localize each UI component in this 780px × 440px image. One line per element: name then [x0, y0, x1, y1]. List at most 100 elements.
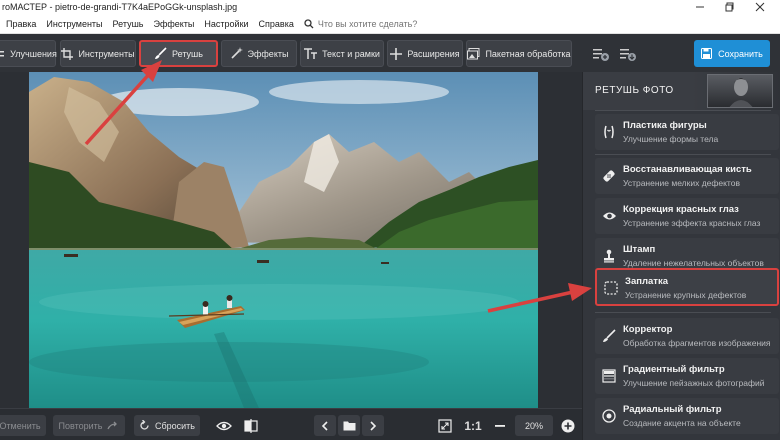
tool-description: Улучшение пейзажных фотографий [623, 378, 765, 388]
tab-retouch-label: Ретушь [172, 48, 203, 59]
menu-bar: Правка Инструменты Ретушь Эффекты Настро… [0, 14, 780, 34]
menu-settings[interactable]: Настройки [200, 19, 252, 29]
tab-text-frames-label: Текст и рамки [322, 48, 380, 59]
panel-divider [595, 154, 771, 155]
reset-label: Сбросить [154, 420, 195, 431]
tool-description: Обработка фрагментов изображения [623, 338, 771, 348]
tool-name: Восстанавливающая кисть [623, 164, 752, 175]
tab-tools[interactable]: Инструменты [60, 40, 136, 67]
panel-title: РЕТУШЬ ФОТО [595, 85, 674, 96]
batch-processing-button[interactable]: Пакетная обработка [466, 40, 572, 67]
tab-tools-label: Инструменты [78, 48, 135, 59]
eye-icon[interactable] [213, 415, 235, 436]
redo-label: Повторить [58, 420, 103, 431]
tool-name: Заплатка [625, 276, 668, 287]
title-bar: roМАСТЕР - pietro-de-grandi-T7K4aEPoGGk-… [0, 0, 780, 14]
stamp-icon [601, 248, 617, 264]
tool-description: Создание акцента на объекте [623, 418, 741, 428]
brush-icon [155, 47, 167, 59]
body-shape-icon [601, 124, 617, 140]
tool-red-eye[interactable]: Коррекция красных глаз Устранение эффект… [595, 198, 779, 234]
history-add-icon[interactable] [589, 40, 613, 67]
reset-icon [140, 420, 149, 430]
panel-header: РЕТУШЬ ФОТО [583, 72, 780, 110]
tab-retouch[interactable]: Ретушь [139, 40, 218, 67]
tool-radial-filter[interactable]: Радиальный фильтр Создание акцента на об… [595, 398, 779, 434]
canvas-area [0, 72, 582, 408]
zoom-value[interactable]: 20% [515, 415, 553, 436]
batch-processing-label: Пакетная обработка [485, 48, 571, 59]
menu-edit[interactable]: Правка [2, 19, 40, 29]
zoom-out-icon[interactable] [492, 415, 508, 436]
redo-icon [107, 421, 118, 429]
tool-name: Корректор [623, 324, 673, 335]
tool-corrector[interactable]: Корректор Обработка фрагментов изображен… [595, 318, 779, 354]
folder-icon[interactable] [338, 415, 360, 436]
tool-name: Пластика фигуры [623, 120, 707, 131]
menu-help[interactable]: Справка [255, 19, 298, 29]
menu-retouch[interactable]: Ретушь [109, 19, 148, 29]
brush-icon [601, 328, 617, 344]
close-icon[interactable] [740, 0, 780, 14]
tool-description: Улучшение формы тела [623, 134, 719, 144]
radial-icon [601, 408, 617, 424]
tool-name: Градиентный фильтр [623, 364, 725, 375]
tab-improvements-label: Улучшения [10, 48, 57, 59]
search-icon [304, 18, 314, 28]
eye-icon [601, 208, 617, 224]
photo-preview[interactable] [29, 72, 538, 408]
batch-icon [467, 47, 480, 59]
history-download-icon[interactable] [616, 40, 640, 67]
panel-divider [595, 312, 771, 313]
search-input[interactable] [317, 18, 458, 29]
improvements-icon [0, 50, 5, 56]
patch-icon [603, 280, 619, 296]
panel-divider [595, 110, 771, 111]
app-window: roМАСТЕР - pietro-de-grandi-T7K4aEPoGGk-… [0, 0, 780, 440]
reset-button[interactable]: Сбросить [134, 415, 200, 436]
save-button-label: Сохранить [718, 48, 763, 59]
tool-name: Штамп [623, 244, 656, 255]
panel-preview-thumbnail [707, 74, 773, 108]
tab-extensions[interactable]: Расширения [387, 40, 463, 67]
tool-description: Устранение мелких дефектов [623, 178, 740, 188]
floppy-icon [701, 48, 713, 59]
tool-healing-brush[interactable]: Восстанавливающая кисть Устранение мелки… [595, 158, 779, 194]
window-title: roМАСТЕР - pietro-de-grandi-T7K4aEPoGGk-… [2, 2, 238, 12]
tab-effects[interactable]: Эффекты [221, 40, 297, 67]
compare-icon[interactable] [240, 415, 262, 436]
zoom-in-icon[interactable] [558, 415, 578, 436]
healing-brush-icon [601, 168, 617, 184]
save-button[interactable]: Сохранить [694, 40, 770, 67]
crop-icon [61, 47, 74, 60]
tab-text-frames[interactable]: Текст и рамки [300, 40, 384, 67]
bottom-bar: Отменить Повторить Сбросить 1:1 20% [0, 408, 582, 440]
next-image-icon[interactable] [362, 415, 384, 436]
redo-button[interactable]: Повторить [53, 415, 125, 436]
menu-tools[interactable]: Инструменты [42, 19, 106, 29]
menu-search [304, 18, 458, 29]
menu-effects[interactable]: Эффекты [149, 19, 198, 29]
undo-button[interactable]: Отменить [0, 415, 46, 436]
magic-wand-icon [230, 47, 243, 59]
tool-description: Устранение эффекта красных глаз [623, 218, 761, 228]
tool-gradient-filter[interactable]: Градиентный фильтр Улучшение пейзажных ф… [595, 358, 779, 394]
text-icon [304, 47, 318, 59]
prev-image-icon[interactable] [314, 415, 336, 436]
actual-size-button[interactable]: 1:1 [460, 415, 486, 436]
tab-improvements[interactable]: Улучшения [0, 40, 57, 67]
retouch-panel: РЕТУШЬ ФОТО Пластика фигуры Улучшение фо… [582, 72, 780, 440]
tab-extensions-label: Расширения [407, 48, 460, 59]
tool-name: Радиальный фильтр [623, 404, 722, 415]
tool-body-shape[interactable]: Пластика фигуры Улучшение формы тела [595, 114, 779, 150]
tool-description: Удаление нежелательных объектов [623, 258, 764, 268]
tool-patch[interactable]: Заплатка Устранение крупных дефектов [595, 268, 779, 306]
tab-effects-label: Эффекты [247, 48, 289, 59]
undo-label: Отменить [0, 420, 41, 431]
main-toolbar: Улучшения Инструменты Ретушь Эффекты Тек… [0, 34, 780, 72]
tool-name: Коррекция красных глаз [623, 204, 739, 215]
fit-screen-icon[interactable] [434, 415, 456, 436]
gradient-icon [601, 368, 617, 384]
tool-description: Устранение крупных дефектов [625, 290, 747, 300]
plus-icon [390, 47, 403, 60]
